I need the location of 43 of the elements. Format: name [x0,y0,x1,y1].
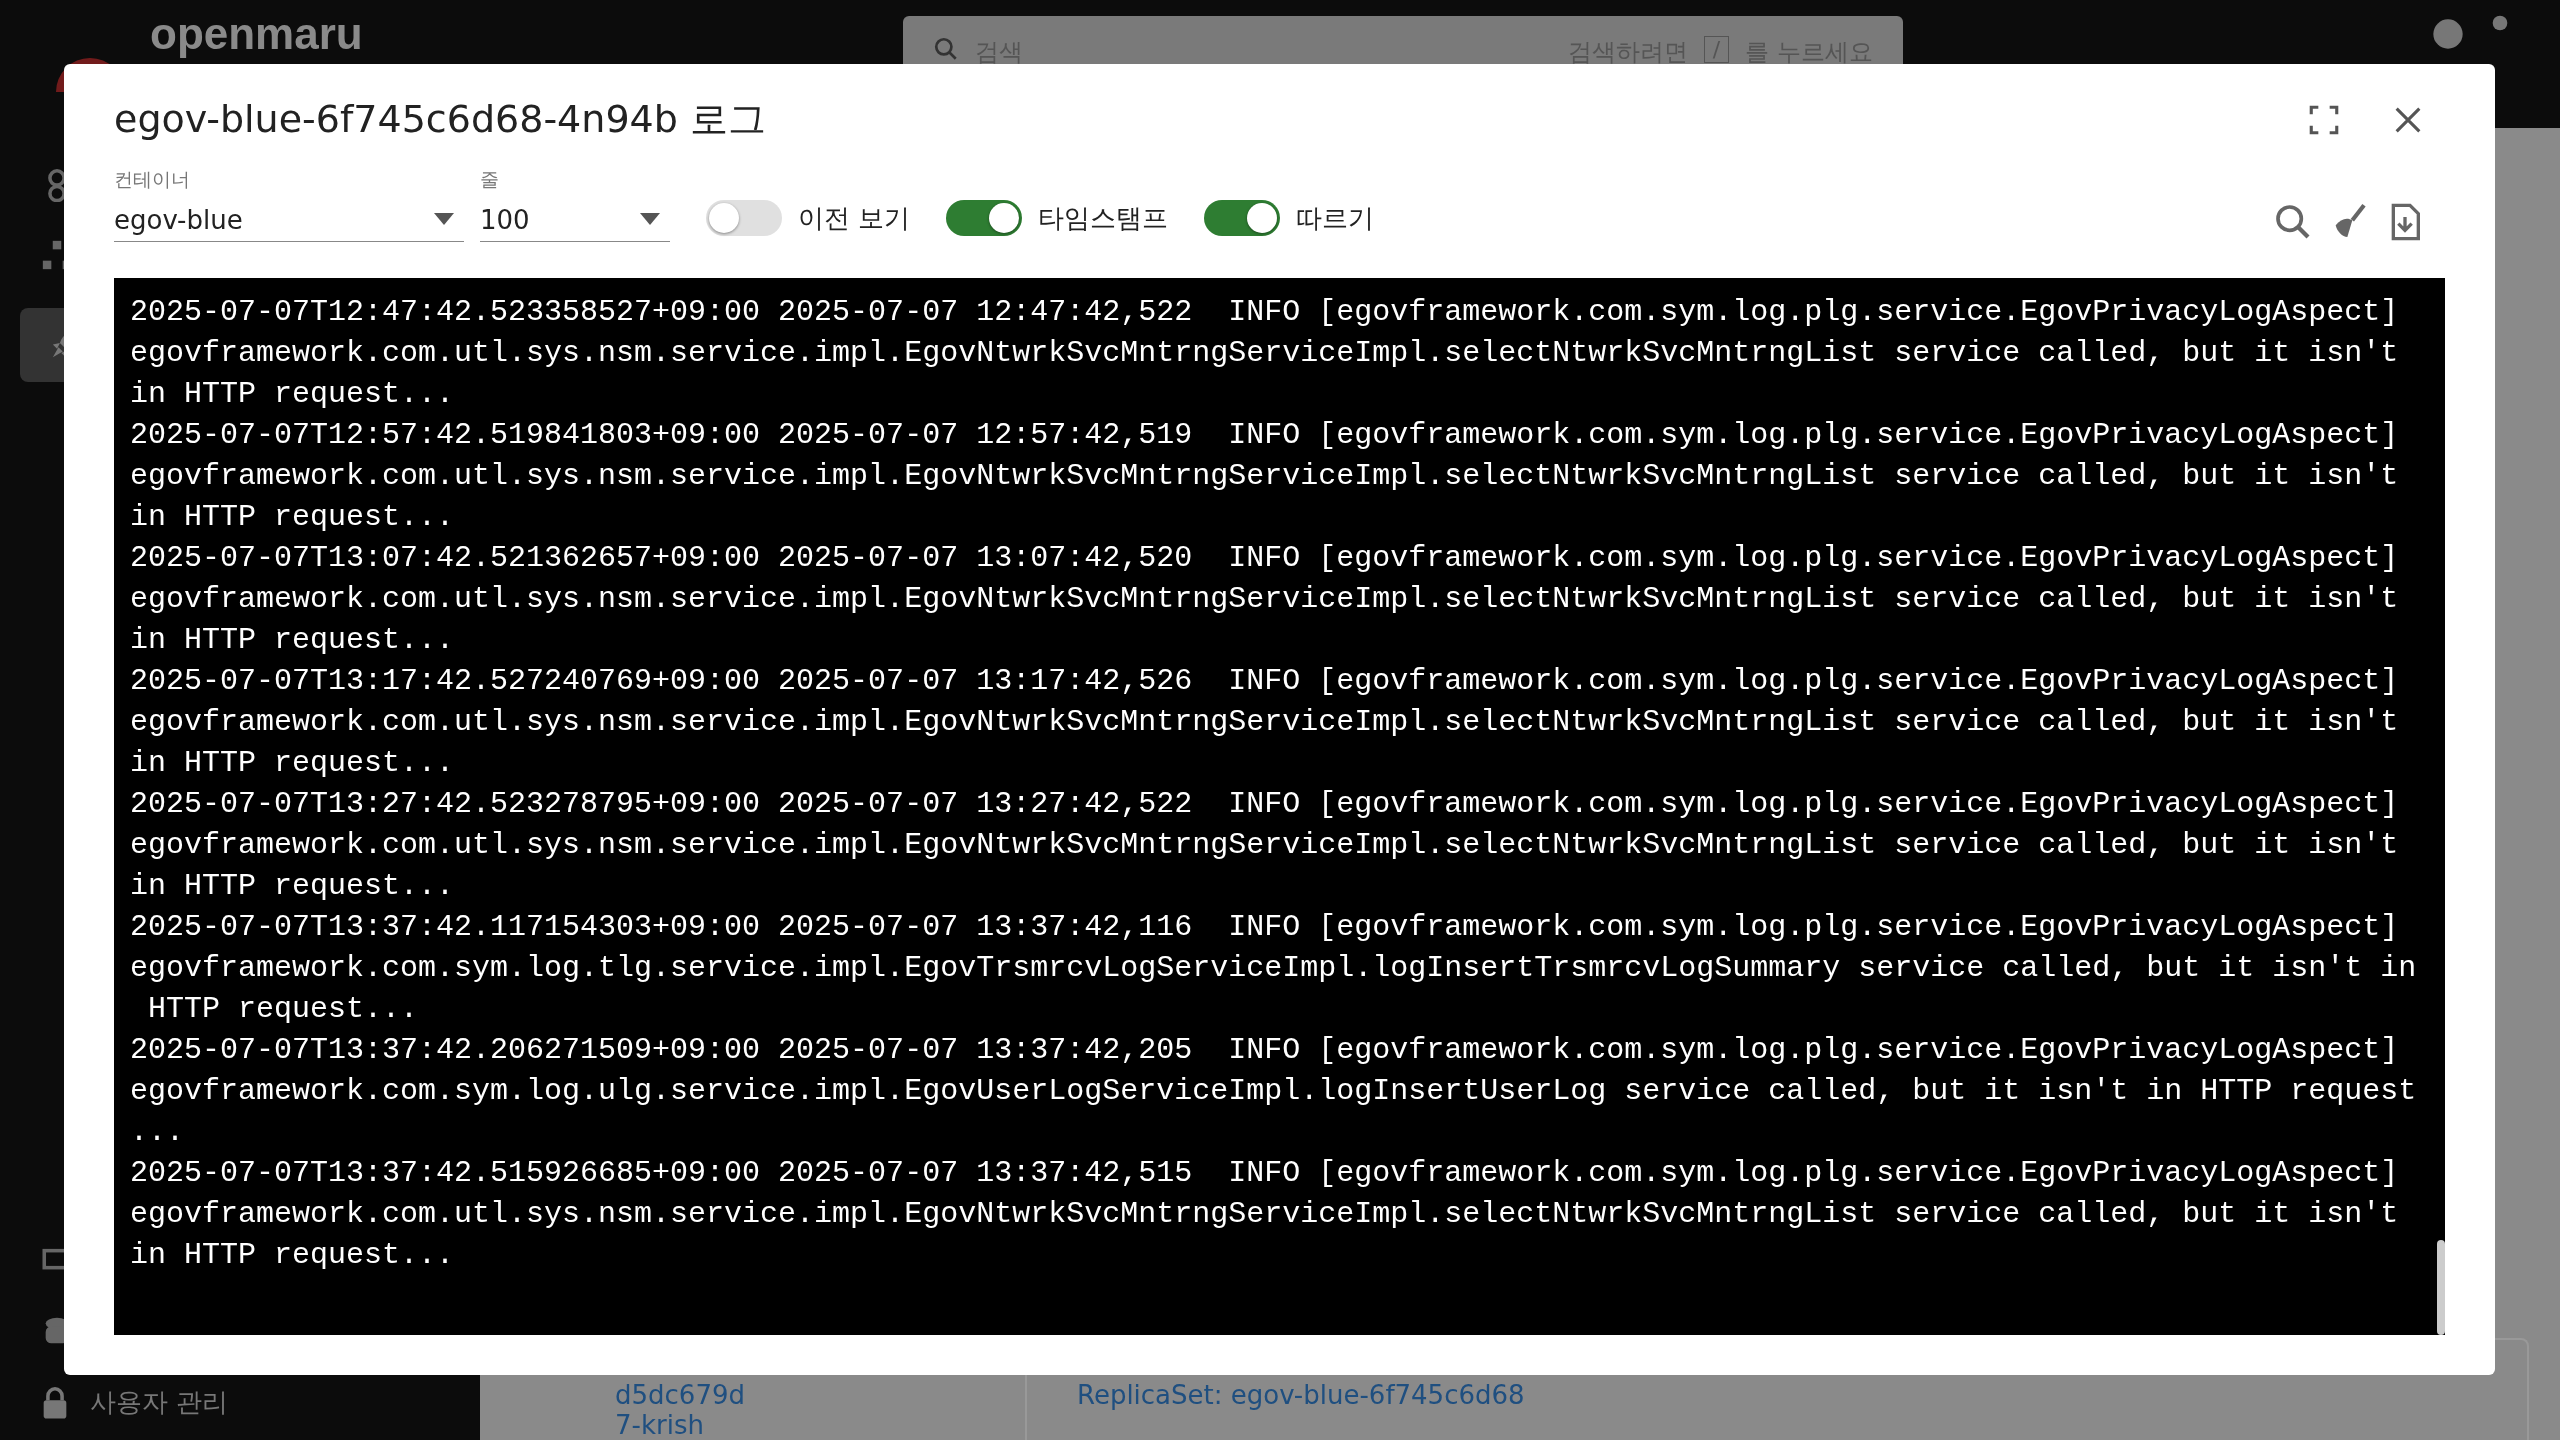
log-line: 2025-07-07T13:37:42.515926685+09:00 2025-07-07 13:37:42,515 INFO [egovframework.com.sym.log.plg.service.EgovPrivacyLogAspect] [130,1155,2400,1192]
log-line: egovframework.com.utl.sys.nsm.service.impl.EgovNtwrkSvcMntrngServiceImpl.selectNtwrkSvcMntrngList service called, but it isn't [130,1196,2400,1233]
log-line: egovframework.com.utl.sys.nsm.service.impl.EgovNtwrkSvcMntrngServiceImpl.selectNtwrkSvcMntrngList service called, but it isn't [130,827,2400,864]
log-line: 2025-07-07T13:07:42.521362657+09:00 2025-07-07 13:07:42,520 INFO [egovframework.com.sym.log.plg.service.EgovPrivacyLogAspect] [130,540,2400,577]
log-line: 2025-07-07T12:47:42.523358527+09:00 2025-07-07 12:47:42,522 INFO [egovframework.com.sym.log.plg.service.EgovPrivacyLogAspect] [130,294,2400,331]
toggle-switch[interactable] [706,200,782,236]
log-line: egovframework.com.utl.sys.nsm.service.impl.EgovNtwrkSvcMntrngServiceImpl.selectNtwrkSvcMntrngList service called, but it isn't [130,458,2400,495]
log-line: egovframework.com.utl.sys.nsm.service.impl.EgovNtwrkSvcMntrngServiceImpl.selectNtwrkSvcMntrngList service called, but it isn't [130,704,2400,741]
log-line: 2025-07-07T13:37:42.206271509+09:00 2025-07-07 13:37:42,205 INFO [egovframework.com.sym.log.plg.service.EgovPrivacyLogAspect] [130,1032,2400,1069]
search-icon [932,36,959,62]
toggle-label: 따르기 [1296,201,1375,235]
pod-name-text: 7-krish [615,1410,705,1440]
scrollbar-thumb[interactable] [2437,1240,2445,1335]
toggle-label: 이전 보기 [798,201,911,235]
log-line: HTTP request... [147,991,420,1028]
logo-text: openmaru [150,9,363,59]
log-line: egovframework.com.utl.sys.nsm.service.impl.EgovNtwrkSvcMntrngServiceImpl.selectNtwrkSvcMntrngList service called, but it isn't [130,581,2400,618]
log-line: 2025-07-07T12:57:42.519841803+09:00 2025-07-07 12:57:42,519 INFO [egovframework.com.sym.log.plg.service.EgovPrivacyLogAspect] [130,417,2400,454]
toggle-switch[interactable] [1204,200,1281,236]
toggle-label: 타임스탬프 [1038,201,1169,235]
caret-icon [434,213,454,225]
log-line: in HTTP request... [130,868,456,905]
log-line: egovframework.com.sym.log.tlg.service.impl.EgovTrsmrcvLogServiceImpl.logInsertTrsmrcvLogSummary service called, but it isn't in [130,950,2418,987]
log-line: ... [130,1114,185,1151]
log-line: 2025-07-07T13:27:42.523278795+09:00 2025-07-07 13:27:42,522 INFO [egovframework.com.sym.log.plg.service.EgovPrivacyLogAspect] [130,786,2400,823]
log-line: 2025-07-07T13:17:42.527240769+09:00 2025-07-07 13:17:42,526 INFO [egovframework.com.sym.log.plg.service.EgovPrivacyLogAspect] [130,663,2400,700]
lines-select[interactable]: 줄 100 [480,167,670,242]
log-line: egovframework.com.utl.sys.nsm.service.impl.EgovNtwrkSvcMntrngServiceImpl.selectNtwrkSvcMntrngList service called, but it isn't [130,335,2400,372]
shortcut-key: / [1703,36,1730,63]
sidebar-item[interactable]: 사용자 관리 [40,1385,229,1420]
log-line: in HTTP request... [130,376,456,413]
replicaset-link[interactable]: ReplicaSet: egov-blue-6f745c6d68 [1077,1380,1525,1410]
dialog-title: egov-blue-6f745c6d68-4n94b 로그 [114,96,767,143]
log-line: in HTTP request... [130,745,456,782]
log-line: egovframework.com.sym.log.ulg.service.impl.EgovUserLogServiceImpl.logInsertUserLog service called, but it isn't in HTTP request [130,1073,2418,1110]
pod-name-text: d5dc679d [615,1380,745,1410]
log-line: in HTTP request... [130,499,456,536]
container-select[interactable]: 컨테이너 egov-blue [114,167,464,242]
caret-icon [640,213,660,225]
log-line: in HTTP request... [130,622,456,659]
log-line: in HTTP request... [130,1237,456,1274]
toggle-switch[interactable] [946,200,1023,236]
log-line: 2025-07-07T13:37:42.117154303+09:00 2025-07-07 13:37:42,116 INFO [egovframework.com.sym.log.plg.service.EgovPrivacyLogAspect] [130,909,2400,946]
